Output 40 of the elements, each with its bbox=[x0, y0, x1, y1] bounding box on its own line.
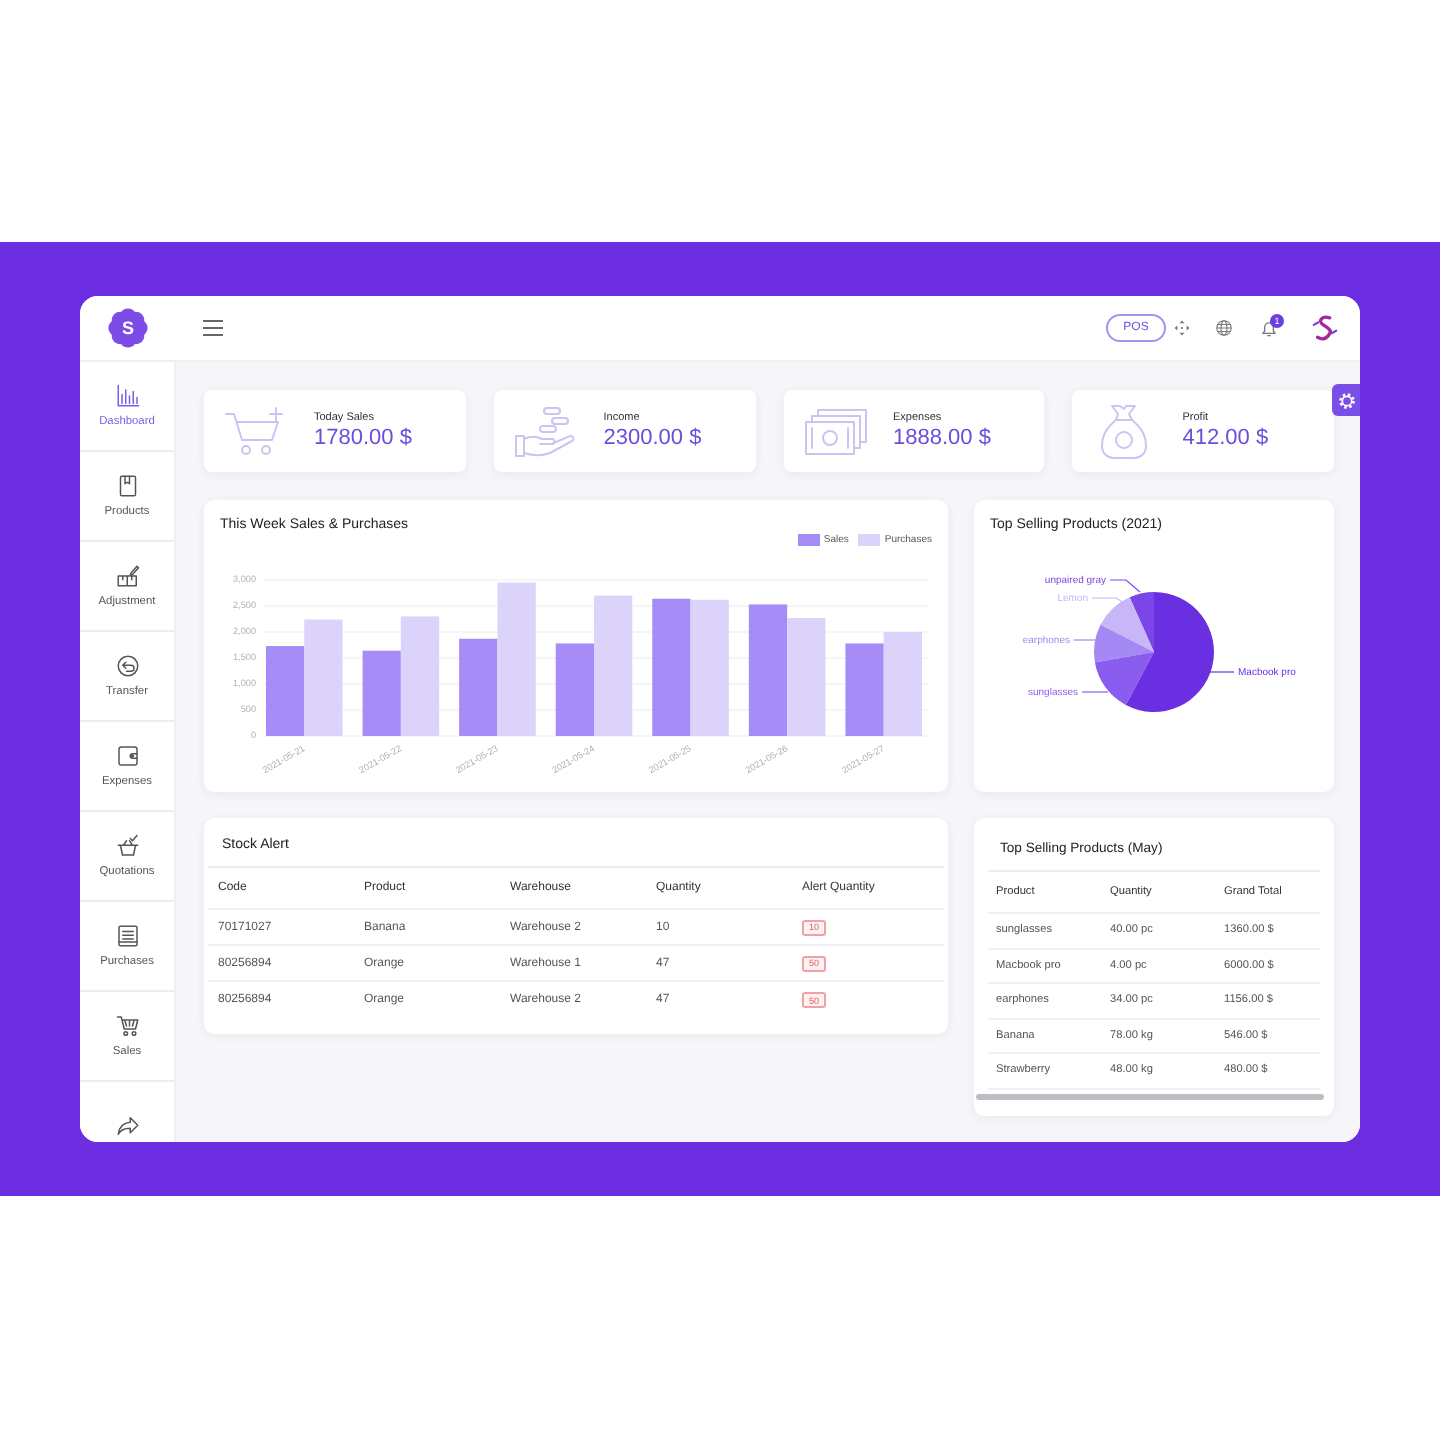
chart-bar bbox=[362, 650, 401, 736]
basket-check-icon bbox=[115, 834, 139, 858]
horizontal-scrollbar[interactable] bbox=[976, 1093, 1324, 1099]
leader-line bbox=[1209, 671, 1235, 673]
chart-bar bbox=[883, 632, 922, 736]
chart-bar bbox=[845, 643, 884, 736]
cart-icon bbox=[115, 1014, 139, 1038]
bar-chart-icon bbox=[115, 384, 139, 408]
money-bag-icon bbox=[1100, 403, 1149, 459]
chart-bar bbox=[652, 598, 691, 736]
leader-line bbox=[1091, 597, 1127, 605]
stat-value: 1888.00 $ bbox=[893, 428, 991, 450]
chart-bar bbox=[748, 604, 788, 736]
wallet-icon bbox=[115, 744, 139, 768]
chart-bar bbox=[266, 646, 305, 736]
stat-value: 2300.00 $ bbox=[603, 428, 702, 450]
app-logo: S bbox=[108, 308, 148, 348]
menu-icon[interactable] bbox=[202, 320, 224, 336]
hand-coins-icon bbox=[513, 405, 578, 457]
settings-button[interactable] bbox=[1332, 384, 1360, 416]
stat-value: 1780.00 $ bbox=[314, 428, 412, 450]
share-arrow-icon bbox=[115, 1114, 139, 1138]
leader-line bbox=[1081, 691, 1109, 693]
leader-line bbox=[1073, 639, 1097, 641]
book-icon bbox=[115, 474, 139, 498]
gear-icon bbox=[1337, 391, 1355, 409]
chart-bar bbox=[787, 617, 826, 736]
receipt-icon bbox=[115, 924, 139, 948]
chart-bar bbox=[400, 616, 440, 736]
chart-bar bbox=[690, 599, 729, 736]
avatar-logo-icon[interactable] bbox=[1312, 314, 1338, 342]
globe-icon[interactable] bbox=[1216, 320, 1232, 336]
leader-line bbox=[1109, 579, 1141, 593]
move-arrows-icon[interactable] bbox=[1174, 320, 1190, 336]
chart-bar bbox=[304, 619, 343, 736]
bell-icon[interactable] bbox=[1262, 319, 1276, 337]
cart-plus-icon bbox=[224, 405, 288, 457]
stat-value: 412.00 $ bbox=[1182, 428, 1269, 450]
boxes-pencil-icon bbox=[115, 564, 139, 588]
banknotes-icon bbox=[803, 407, 867, 455]
